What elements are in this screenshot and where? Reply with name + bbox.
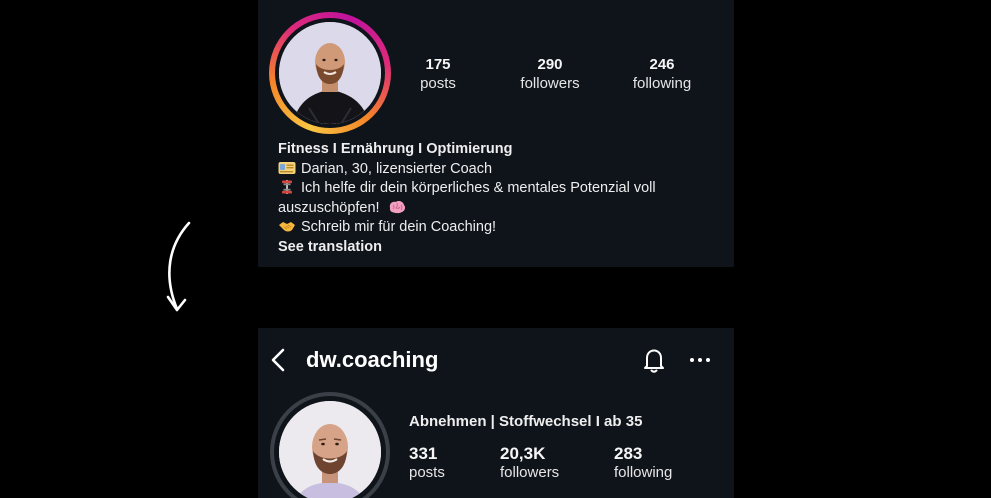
profile-after-panel: dw.coaching Abnehmen | Stoffwechsel I ab… — [258, 328, 734, 498]
stat-followers[interactable]: 20,3K followers — [500, 444, 559, 482]
following-count: 246 — [649, 56, 675, 73]
id-card-emoji-icon — [278, 161, 296, 174]
stat-posts[interactable]: 331 posts — [409, 444, 445, 482]
following-label: following — [614, 464, 673, 481]
following-count: 283 — [614, 444, 643, 463]
comparison-stage: 175 posts 290 followers 246 following Fi… — [0, 0, 991, 498]
dumbbell-emoji-icon — [282, 180, 292, 194]
back-chevron-icon[interactable] — [266, 346, 292, 374]
bio-line-3-text: auszuschöpfen! — [278, 199, 380, 216]
bio-title: Fitness I Ernährung I Optimierung — [278, 141, 513, 157]
profile-avatar-before[interactable] — [279, 22, 381, 124]
stat-following[interactable]: 283 following — [614, 444, 672, 482]
stat-posts[interactable]: 175 posts — [393, 55, 483, 93]
coach-photo-icon — [279, 22, 381, 124]
stats-before: 175 posts 290 followers 246 following — [398, 55, 718, 95]
following-label: following — [632, 75, 692, 92]
bio-line-4: Schreib mir für dein Coaching! — [278, 218, 718, 238]
profile-nav-bar: dw.coaching — [258, 342, 734, 378]
avatar-ring-after — [270, 392, 390, 498]
bio-line-1: Darian, 30, lizensierter Coach — [278, 160, 718, 180]
posts-count: 331 — [409, 444, 438, 463]
posts-label: posts — [420, 75, 456, 92]
bio-line-2: Ich helfe dir dein körperliches & mental… — [278, 179, 718, 199]
stats-after: 331 posts 20,3K followers 283 following — [409, 444, 729, 484]
profile-tagline: Abnehmen | Stoffwechsel I ab 35 — [409, 413, 643, 430]
see-translation-link[interactable]: See translation — [278, 238, 718, 258]
bio-line-3: auszuschöpfen! — [278, 199, 718, 219]
posts-label: posts — [409, 464, 445, 481]
story-ring[interactable] — [269, 12, 391, 134]
followers-count: 290 — [537, 56, 563, 73]
followers-label: followers — [520, 75, 580, 92]
more-options-icon[interactable] — [686, 348, 714, 372]
followers-label: followers — [500, 464, 560, 481]
bio-before: Fitness I Ernährung I Optimierung Darian… — [278, 140, 718, 257]
bio-line-1-text: Darian, 30, lizensierter Coach — [301, 160, 493, 177]
handshake-emoji-icon — [279, 222, 295, 232]
profile-username: dw.coaching — [306, 347, 439, 372]
stat-followers[interactable]: 290 followers — [505, 55, 595, 93]
followers-count: 20,3K — [500, 444, 546, 463]
profile-before-panel: 175 posts 290 followers 246 following Fi… — [258, 0, 734, 267]
brain-emoji-icon — [389, 200, 405, 213]
coach-photo-icon — [279, 401, 381, 498]
profile-avatar-after[interactable] — [279, 401, 381, 498]
down-arrow-icon — [166, 221, 191, 312]
stat-following[interactable]: 246 following — [617, 55, 707, 93]
bio-line-2-text: Ich helfe dir dein körperliches & mental… — [301, 180, 656, 196]
bio-line-4-text: Schreib mir für dein Coaching! — [301, 219, 497, 235]
bell-icon[interactable] — [638, 344, 670, 376]
posts-count: 175 — [425, 56, 451, 73]
